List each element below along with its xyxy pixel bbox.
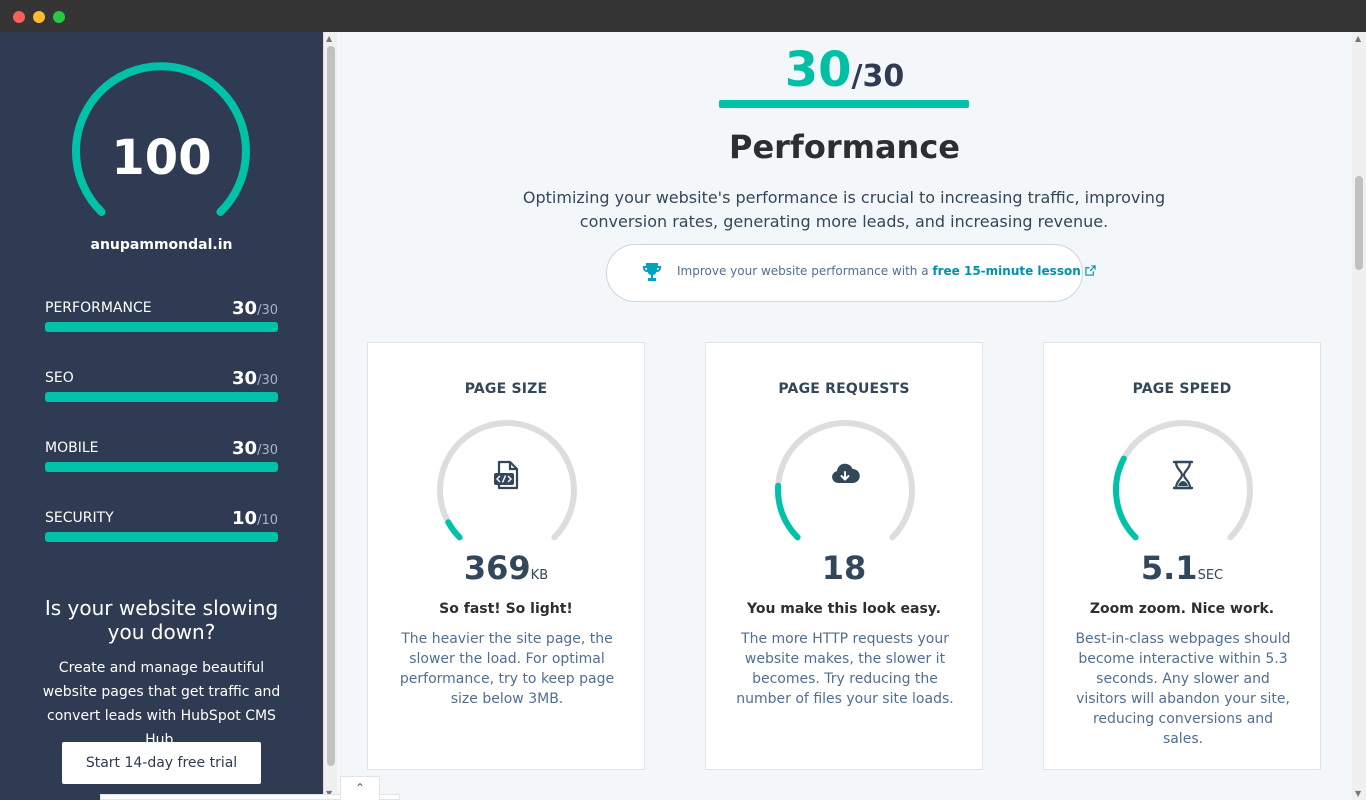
- page-requests-card: PAGE REQUESTS 18 You make this look easy…: [705, 342, 983, 770]
- sidebar-scroll-thumb[interactable]: [327, 46, 335, 766]
- main-scroll-thumb[interactable]: [1355, 176, 1363, 270]
- section-score: 30/30: [337, 42, 1352, 98]
- category-score-max: /30: [257, 373, 278, 388]
- category-score: 30/30: [232, 368, 278, 389]
- category-label: SEO: [45, 370, 74, 386]
- category-score-value: 30: [232, 298, 258, 319]
- lesson-banner: Improve your website performance with a …: [606, 244, 1096, 302]
- category-score: 30/30: [232, 298, 278, 319]
- card-description: The more HTTP requests your website make…: [736, 631, 954, 707]
- category-progress-bar: [45, 532, 278, 542]
- page-requests-value: 18: [706, 549, 982, 587]
- card-subtitle: So fast! So light!: [439, 601, 573, 617]
- sidebar-scrollbar[interactable]: ▲ ▼: [323, 32, 337, 800]
- card-title: PAGE SPEED: [1132, 381, 1232, 397]
- category-security[interactable]: SECURITY 10/10: [45, 508, 278, 550]
- category-score-value: 30: [232, 438, 258, 459]
- category-score-max: /10: [257, 513, 278, 528]
- promo-heading: Is your website slowing you down?: [44, 596, 279, 644]
- category-score: 30/30: [232, 438, 278, 459]
- cloud-download-icon: [832, 463, 860, 483]
- scroll-down-arrow-icon[interactable]: ▼: [1355, 789, 1361, 798]
- lesson-text: Improve your website performance with a …: [677, 264, 1096, 278]
- close-window-button[interactable]: [13, 11, 25, 23]
- category-label: SECURITY: [45, 510, 114, 526]
- category-label: MOBILE: [45, 440, 99, 456]
- category-score-value: 30: [232, 368, 258, 389]
- section-score-max: /30: [851, 59, 905, 94]
- promo-text: Create and manage beautiful website page…: [42, 660, 281, 748]
- card-value-unit: SEC: [1197, 568, 1224, 583]
- category-progress-fill: [45, 532, 278, 542]
- window-titlebar: [0, 0, 1366, 32]
- site-domain: anupammondal.in: [90, 237, 233, 253]
- page-speed-value: 5.1SEC: [1044, 549, 1320, 587]
- page-size-card: PAGE SIZE 369KB So fast! So light! The h…: [367, 342, 645, 770]
- page-size-value: 369KB: [368, 549, 644, 587]
- overall-score: 100: [111, 130, 212, 186]
- category-mobile[interactable]: MOBILE 30/30: [45, 438, 278, 480]
- category-score-value: 10: [232, 508, 258, 529]
- start-trial-button[interactable]: Start 14-day free trial: [62, 742, 261, 784]
- category-progress-fill: [45, 322, 278, 332]
- lesson-prefix: Improve your website performance with a: [677, 264, 929, 278]
- page-speed-card: PAGE SPEED 5.1SEC Zoom zoom. Nice work. …: [1043, 342, 1321, 770]
- performance-section: 30/30 Performance Optimizing your websit…: [337, 32, 1352, 800]
- card-value-number: 18: [821, 549, 867, 587]
- section-score-bar: [719, 100, 969, 108]
- card-value-number: 369: [463, 549, 531, 587]
- score-sidebar: 100 anupammondal.in PERFORMANCE 30/30 SE…: [0, 32, 323, 800]
- category-seo[interactable]: SEO 30/30: [45, 368, 278, 410]
- card-subtitle: Zoom zoom. Nice work.: [1089, 601, 1275, 617]
- card-title: PAGE SIZE: [464, 381, 548, 397]
- scroll-up-arrow-icon[interactable]: ▲: [1355, 34, 1361, 43]
- card-value-number: 5.1: [1140, 549, 1198, 587]
- maximize-window-button[interactable]: [53, 11, 65, 23]
- category-score-max: /30: [257, 443, 278, 458]
- card-description: The heavier the site page, the slower th…: [399, 631, 615, 707]
- category-progress-fill: [45, 392, 278, 402]
- lesson-link[interactable]: free 15-minute lesson: [932, 264, 1080, 278]
- category-progress-bar: [45, 322, 278, 332]
- trophy-icon: [643, 263, 661, 281]
- external-link-icon[interactable]: [1084, 265, 1096, 276]
- section-description: Optimizing your website's performance is…: [522, 188, 1166, 231]
- category-score-max: /30: [257, 303, 278, 318]
- section-score-value: 30: [784, 42, 852, 98]
- chevron-up-icon: ⌃: [354, 781, 366, 795]
- file-code-icon: [494, 460, 519, 490]
- card-subtitle: You make this look easy.: [747, 601, 941, 617]
- main-scrollbar[interactable]: ▲ ▼: [1352, 32, 1366, 800]
- category-performance[interactable]: PERFORMANCE 30/30: [45, 298, 278, 340]
- scroll-up-arrow-icon[interactable]: ▲: [326, 34, 332, 43]
- card-description: Best-in-class webpages should become int…: [1075, 631, 1291, 747]
- card-title: PAGE REQUESTS: [778, 381, 910, 397]
- category-score: 10/10: [232, 508, 278, 529]
- minimize-window-button[interactable]: [33, 11, 45, 23]
- category-progress-bar: [45, 392, 278, 402]
- expand-panel-button[interactable]: ⌃: [340, 776, 380, 800]
- category-progress-bar: [45, 462, 278, 472]
- category-label: PERFORMANCE: [45, 300, 152, 316]
- category-progress-fill: [45, 462, 278, 472]
- section-title: Performance: [728, 128, 960, 166]
- hourglass-icon: [1172, 460, 1194, 490]
- card-value-unit: KB: [530, 568, 549, 583]
